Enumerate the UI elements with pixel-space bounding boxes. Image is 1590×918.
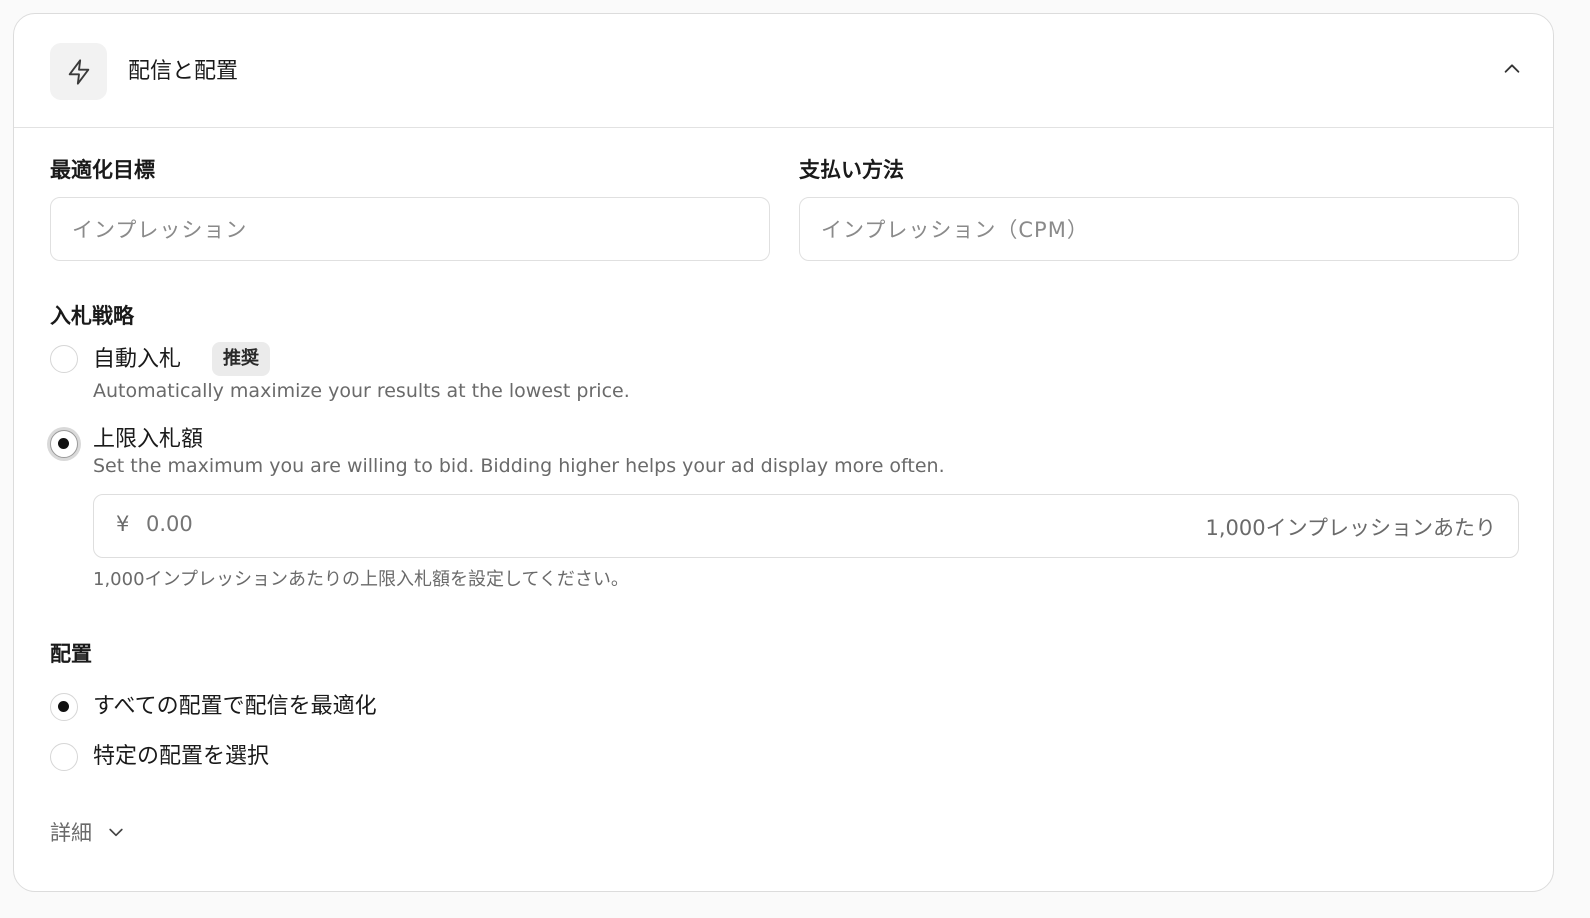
- section-title: 配信と配置: [128, 59, 239, 84]
- optimize-all-placements-label[interactable]: すべての配置で配信を最適化: [93, 692, 377, 722]
- auto-bid-radio[interactable]: [50, 345, 78, 373]
- max-bid-hint: 1,000インプレッションあたりの上限入札額を設定してください。: [93, 569, 629, 590]
- chevron-down-icon: [109, 828, 123, 837]
- max-bid-description: Set the maximum you are willing to bid. …: [93, 455, 945, 477]
- payment-method-select[interactable]: インプレッション（CPM）: [799, 197, 1519, 261]
- optimization-goal-value: インプレッション: [72, 218, 248, 242]
- chevron-up-icon: [1504, 64, 1520, 73]
- optimize-all-placements-radio[interactable]: [50, 693, 78, 721]
- max-bid-radio[interactable]: [50, 430, 78, 458]
- max-bid-amount-field[interactable]: ¥ 1,000インプレッションあたり: [93, 494, 1519, 558]
- select-specific-placements-label[interactable]: 特定の配置を選択: [93, 742, 269, 772]
- payment-method-value: インプレッション（CPM）: [821, 218, 1089, 242]
- placement-label: 配置: [50, 642, 92, 666]
- bid-strategy-label: 入札戦略: [50, 304, 134, 328]
- details-label: 詳細: [50, 821, 92, 845]
- card-header[interactable]: 配信と配置: [14, 14, 1553, 128]
- recommended-badge: 推奨: [212, 342, 270, 376]
- auto-bid-description: Automatically maximize your results at t…: [93, 380, 630, 402]
- max-bid-label[interactable]: 上限入札額: [93, 425, 203, 455]
- max-bid-amount-input[interactable]: [146, 512, 1046, 536]
- lightning-icon: [50, 43, 107, 100]
- select-specific-placements-radio[interactable]: [50, 743, 78, 771]
- payment-method-label: 支払い方法: [799, 158, 904, 182]
- bid-unit-suffix: 1,000インプレッションあたり: [1205, 516, 1497, 540]
- delivery-placement-card: 配信と配置 最適化目標 インプレッション 支払い方法 インプレッション（CPM）…: [13, 13, 1554, 892]
- auto-bid-label[interactable]: 自動入札: [93, 345, 181, 375]
- details-toggle[interactable]: 詳細: [50, 817, 126, 847]
- optimization-goal-select[interactable]: インプレッション: [50, 197, 770, 261]
- optimization-goal-label: 最適化目標: [50, 158, 155, 182]
- collapse-button[interactable]: [1497, 54, 1527, 84]
- currency-symbol: ¥: [116, 512, 130, 536]
